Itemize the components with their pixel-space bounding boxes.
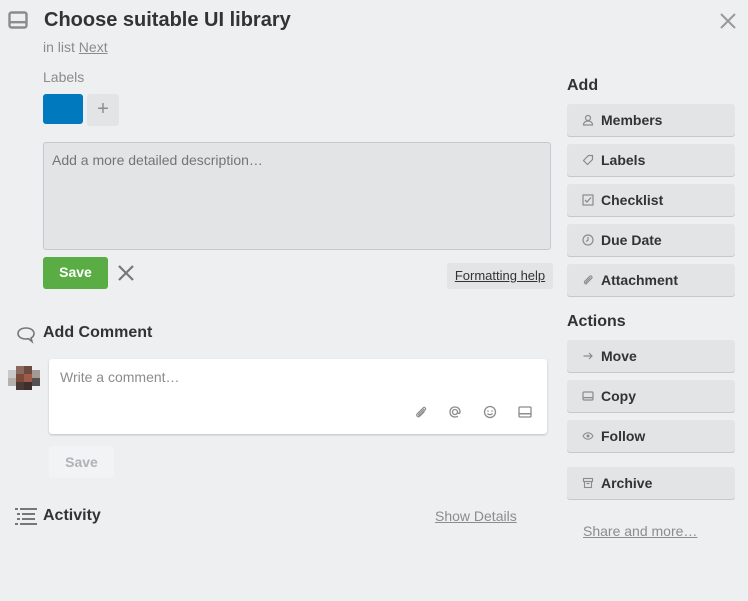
description-input[interactable] [43, 142, 551, 250]
activity-icon [15, 507, 37, 525]
archive-label: Archive [601, 475, 653, 491]
add-heading: Add [567, 77, 599, 94]
checklist-button[interactable]: Checklist [567, 184, 735, 216]
comment-icon [16, 326, 36, 344]
activity-heading: Activity [43, 507, 101, 524]
save-comment-button[interactable]: Save [49, 446, 114, 478]
attachment-icon[interactable] [413, 404, 429, 420]
checklist-label: Checklist [601, 192, 664, 208]
checkbox-icon [581, 193, 595, 207]
close-icon[interactable] [717, 10, 739, 32]
arrow-right-icon [581, 349, 595, 363]
archive-icon [581, 476, 595, 490]
archive-button[interactable]: Archive [567, 467, 735, 499]
due-date-button[interactable]: Due Date [567, 224, 735, 256]
add-comment-heading: Add Comment [43, 324, 153, 341]
label-chip-blue[interactable] [43, 94, 83, 124]
actions-heading: Actions [567, 313, 626, 330]
members-button[interactable]: Members [567, 104, 735, 136]
eye-icon [581, 429, 595, 443]
comment-placeholder: Write a comment… [60, 369, 180, 385]
card-icon [8, 11, 28, 29]
card-list-info: in list Next [43, 39, 108, 55]
share-and-more-link[interactable]: Share and more… [583, 523, 697, 539]
formatting-help-link[interactable]: Formatting help [447, 263, 553, 289]
tag-icon [581, 153, 595, 167]
card-icon [581, 389, 595, 403]
list-link[interactable]: Next [79, 39, 108, 55]
due-date-label: Due Date [601, 232, 662, 248]
move-label: Move [601, 348, 637, 364]
follow-button[interactable]: Follow [567, 420, 735, 452]
avatar [8, 364, 42, 392]
attachment-button[interactable]: Attachment [567, 264, 735, 296]
add-label-button[interactable]: + [87, 94, 119, 126]
cancel-edit-icon[interactable] [117, 264, 135, 282]
labels-label: Labels [601, 152, 646, 168]
show-details-link[interactable]: Show Details [435, 508, 517, 524]
paperclip-icon [581, 273, 595, 287]
card-icon[interactable] [517, 404, 533, 420]
attachment-label: Attachment [601, 272, 679, 288]
labels-heading: Labels [43, 69, 85, 85]
labels-button[interactable]: Labels [567, 144, 735, 176]
copy-button[interactable]: Copy [567, 380, 735, 412]
in-list-prefix: in list [43, 39, 75, 55]
move-button[interactable]: Move [567, 340, 735, 372]
person-icon [581, 113, 595, 127]
follow-label: Follow [601, 428, 646, 444]
members-label: Members [601, 112, 663, 128]
emoji-icon[interactable] [482, 404, 498, 420]
card-title[interactable]: Choose suitable UI library [44, 9, 291, 32]
clock-icon [581, 233, 595, 247]
mention-icon[interactable] [447, 404, 463, 420]
save-description-button[interactable]: Save [43, 257, 108, 289]
copy-label: Copy [601, 388, 636, 404]
